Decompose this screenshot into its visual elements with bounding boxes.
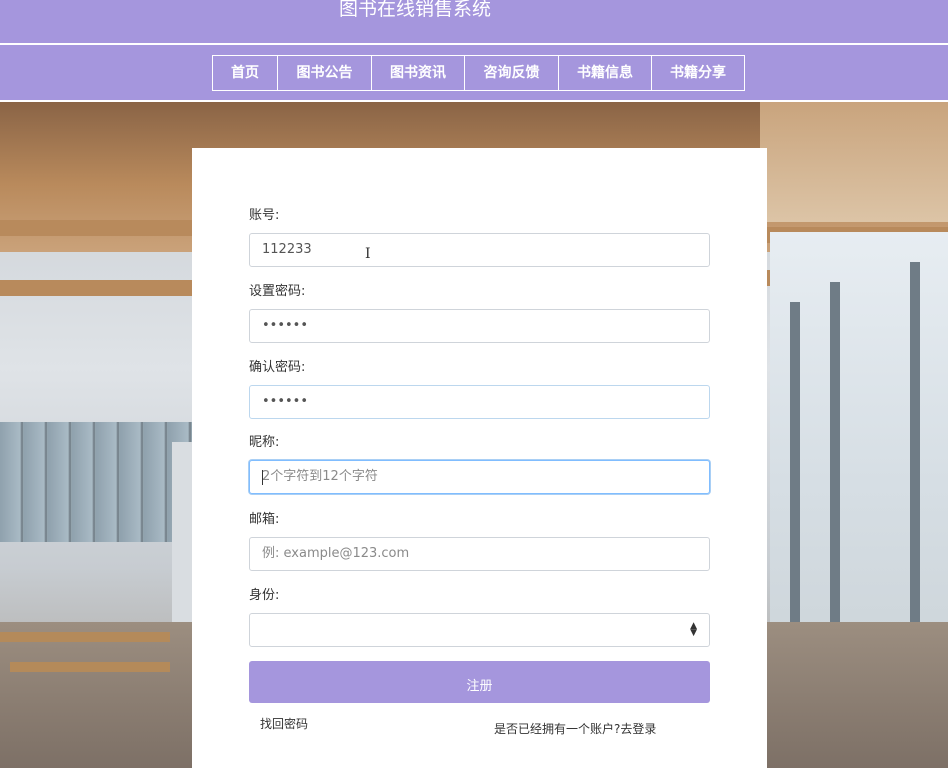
email-input[interactable]: 例: example@123.com (249, 537, 710, 571)
nav-book-share[interactable]: 书籍分享 (651, 55, 745, 91)
confirm-password-label: 确认密码: (249, 360, 306, 375)
window-wall (0, 422, 192, 542)
library-table (0, 632, 170, 642)
register-button[interactable]: 注册 (249, 661, 710, 703)
register-card: 账号: 112233 I 设置密码: •••••• 确认密码: •••••• 昵… (192, 148, 767, 768)
nickname-placeholder: 2个字符到12个字符 (262, 469, 378, 484)
account-label: 账号: (249, 208, 280, 223)
password-input[interactable]: •••••• (249, 309, 710, 343)
ceiling-beam (0, 220, 192, 236)
nav-feedback[interactable]: 咨询反馈 (464, 55, 559, 91)
chevron-updown-icon: ▲ ▼ (690, 621, 697, 638)
role-label: 身份: (249, 588, 280, 603)
site-title: 图书在线销售系统 (338, 0, 491, 20)
nav-home[interactable]: 首页 (212, 55, 278, 91)
password-label: 设置密码: (249, 284, 306, 299)
nickname-label: 昵称: (249, 435, 280, 450)
confirm-password-input[interactable]: •••••• (249, 385, 710, 419)
go-login-link[interactable]: 是否已经拥有一个账户?去登录 (494, 720, 656, 737)
nav-announcements[interactable]: 图书公告 (277, 55, 372, 91)
account-input[interactable]: 112233 (249, 233, 710, 267)
role-select[interactable]: ▲ ▼ (249, 613, 710, 647)
text-cursor-icon: I (365, 246, 371, 262)
email-label: 邮箱: (249, 512, 280, 527)
password-value: •••••• (262, 318, 309, 333)
input-caret (262, 470, 263, 485)
account-value: 112233 (262, 242, 312, 257)
library-table (10, 662, 170, 672)
nav-book-info[interactable]: 书籍信息 (558, 55, 652, 91)
nickname-input[interactable]: 2个字符到12个字符 (249, 460, 710, 494)
site-header: 图书在线销售系统 首页 图书公告 图书资讯 咨询反馈 书籍信息 书籍分享 (0, 0, 948, 102)
recover-password-link[interactable]: 找回密码 (260, 715, 308, 732)
nav-news[interactable]: 图书资讯 (371, 55, 465, 91)
header-divider (0, 43, 948, 45)
email-placeholder: 例: example@123.com (262, 546, 410, 561)
ceiling-beam (0, 280, 192, 296)
ceiling-right (760, 102, 948, 222)
main-nav: 首页 图书公告 图书资讯 咨询反馈 书籍信息 书籍分享 (212, 55, 745, 91)
confirm-password-value: •••••• (262, 394, 309, 409)
